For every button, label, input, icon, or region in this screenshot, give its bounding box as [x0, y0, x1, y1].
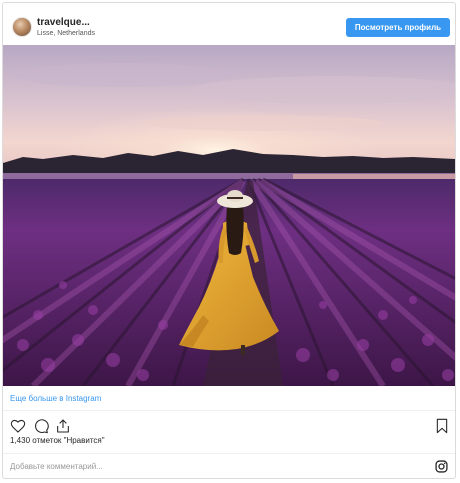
location[interactable]: Lisse, Netherlands	[37, 30, 95, 37]
comment-bar	[3, 453, 455, 478]
tulip-field-photo	[3, 45, 455, 386]
username[interactable]: travelque...	[37, 17, 90, 28]
bookmark-icon[interactable]	[434, 418, 450, 434]
instagram-embed-card: travelque... Lisse, Netherlands Посмотре…	[2, 2, 456, 479]
comment-input[interactable]	[8, 459, 412, 474]
comment-icon[interactable]	[33, 418, 49, 434]
more-on-instagram-bar: Еще больше в Instagram	[3, 386, 455, 411]
post-header: travelque... Lisse, Netherlands Посмотре…	[3, 3, 455, 45]
view-profile-button[interactable]: Посмотреть профиль	[346, 18, 450, 37]
more-on-instagram-link[interactable]: Еще больше в Instagram	[10, 394, 101, 403]
avatar[interactable]	[12, 17, 32, 37]
instagram-icon[interactable]	[435, 460, 448, 473]
post-photo[interactable]	[3, 45, 455, 386]
post-actions	[3, 411, 455, 436]
share-icon[interactable]	[55, 418, 71, 434]
heart-icon[interactable]	[10, 418, 26, 434]
likes-count[interactable]: 1,430 отметок "Нравится"	[10, 436, 105, 445]
